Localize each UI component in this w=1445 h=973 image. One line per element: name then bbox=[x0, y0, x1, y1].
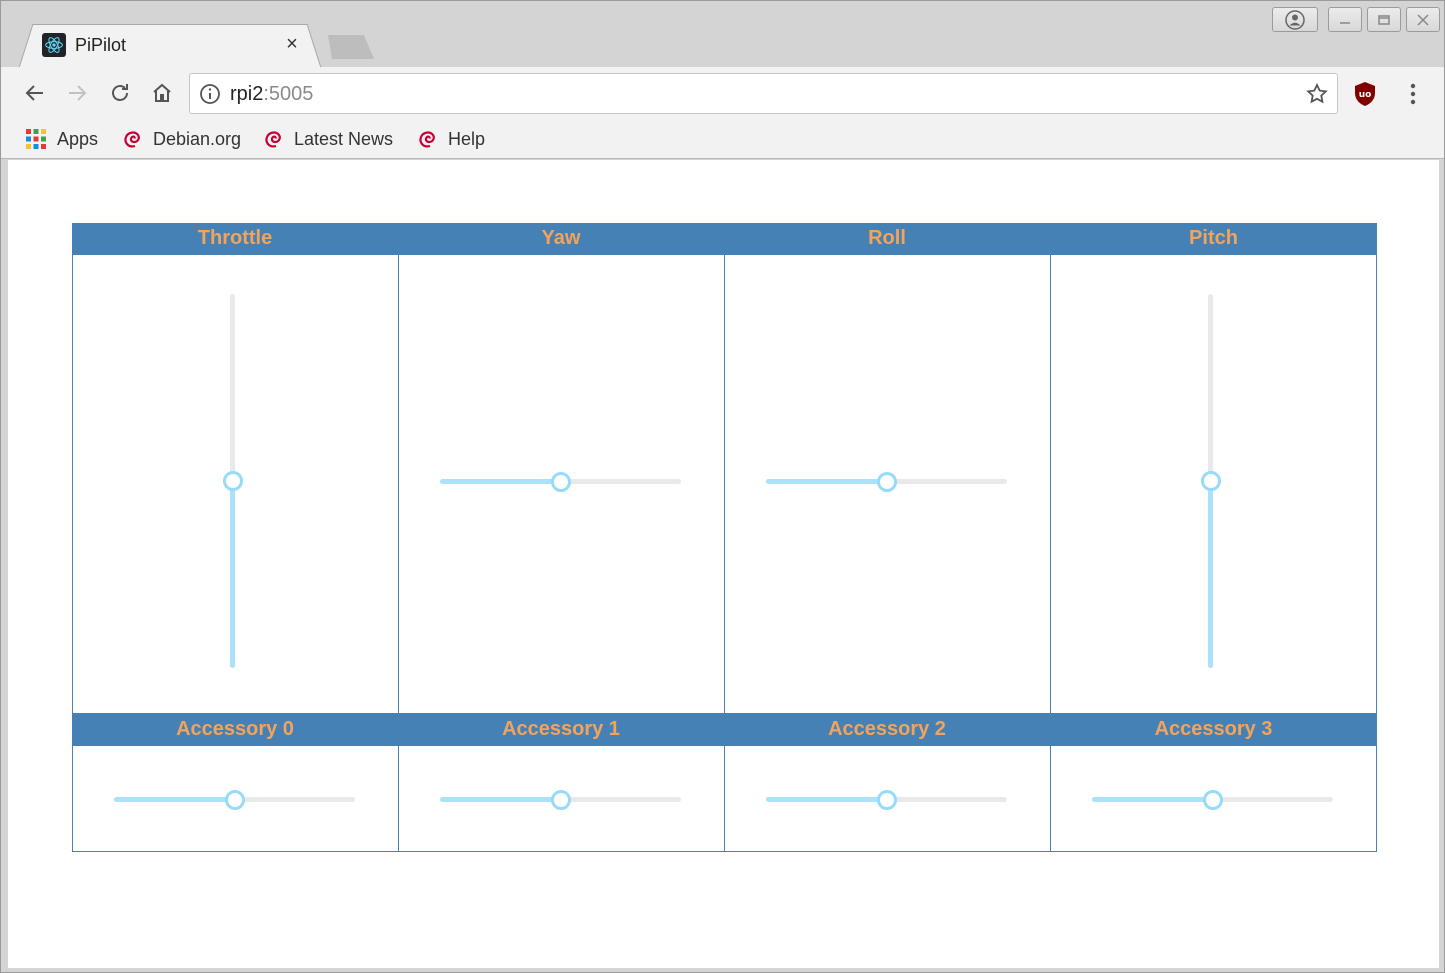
maximize-icon[interactable] bbox=[1367, 7, 1401, 32]
svg-text:uo: uo bbox=[1359, 90, 1372, 100]
pitch-cell bbox=[1050, 255, 1377, 714]
info-icon[interactable] bbox=[199, 83, 221, 105]
tab-close-icon[interactable]: × bbox=[282, 34, 302, 54]
back-arrow-icon[interactable] bbox=[19, 77, 51, 109]
debian-swirl-icon bbox=[419, 131, 435, 148]
debian-swirl-icon bbox=[124, 131, 140, 148]
bookmarks-bar: Apps Debian.org Latest News Help bbox=[1, 121, 1444, 159]
slider-track bbox=[1208, 481, 1213, 668]
bookmark-label: Apps bbox=[57, 128, 99, 149]
url-host: rpi2 bbox=[230, 83, 264, 105]
reload-icon[interactable] bbox=[104, 77, 136, 109]
home-icon[interactable] bbox=[146, 77, 178, 109]
url-text[interactable]: rpi2:5005 bbox=[230, 83, 313, 106]
accessory-3-cell bbox=[1050, 746, 1377, 852]
forward-arrow-icon[interactable] bbox=[61, 77, 93, 109]
primary-controls-header: Throttle Yaw Roll Pitch bbox=[72, 223, 1377, 255]
slider-handle[interactable] bbox=[550, 471, 571, 492]
slider-handle[interactable] bbox=[550, 789, 571, 810]
roll-cell bbox=[724, 255, 1050, 714]
throttle-cell bbox=[72, 255, 398, 714]
bookmark-apps[interactable]: Apps bbox=[25, 127, 98, 151]
bookmark-help[interactable]: Help bbox=[416, 127, 485, 151]
bookmark-debian-org[interactable]: Debian.org bbox=[121, 127, 241, 151]
accessory-2-label: Accessory 2 bbox=[828, 718, 946, 740]
slider-handle[interactable] bbox=[876, 789, 897, 810]
browser-window: PiPilot × rpi2:5005 uo Apps Debian.org L… bbox=[0, 0, 1445, 973]
roll-slider[interactable] bbox=[766, 471, 1007, 492]
ublock-origin-icon[interactable]: uo bbox=[1353, 81, 1377, 107]
accessory-1-cell bbox=[398, 746, 724, 852]
roll-label: Roll bbox=[868, 227, 906, 249]
primary-controls-row bbox=[72, 255, 1377, 714]
yaw-label: Yaw bbox=[541, 227, 581, 249]
star-icon[interactable] bbox=[1305, 82, 1329, 106]
throttle-slider[interactable] bbox=[222, 294, 243, 668]
slider-track bbox=[230, 481, 235, 668]
browser-toolbar: rpi2:5005 uo bbox=[1, 67, 1444, 121]
address-bar[interactable]: rpi2:5005 bbox=[189, 73, 1338, 114]
accessory-row bbox=[72, 746, 1377, 852]
url-port: :5005 bbox=[263, 83, 314, 105]
slider-track bbox=[440, 479, 561, 484]
slider-handle[interactable] bbox=[1202, 789, 1223, 810]
accessory-2-cell bbox=[724, 746, 1050, 852]
apps-grid-icon bbox=[26, 129, 46, 149]
accessory-0-slider[interactable] bbox=[114, 789, 355, 810]
new-tab-button[interactable] bbox=[328, 35, 374, 59]
slider-handle[interactable] bbox=[876, 471, 897, 492]
page-viewport: Throttle Yaw Roll Pitch Accessory 0 Acce… bbox=[8, 160, 1439, 968]
throttle-label: Throttle bbox=[197, 227, 273, 249]
accessory-1-label: Accessory 1 bbox=[502, 718, 620, 740]
control-grid: Throttle Yaw Roll Pitch Accessory 0 Acce… bbox=[72, 223, 1377, 852]
accessory-3-label: Accessory 3 bbox=[1154, 718, 1273, 740]
bookmark-label: Help bbox=[448, 128, 486, 149]
tab-strip: PiPilot × bbox=[1, 1, 1444, 68]
yaw-slider[interactable] bbox=[440, 471, 681, 492]
accessory-3-slider[interactable] bbox=[1092, 789, 1333, 810]
slider-handle[interactable] bbox=[224, 789, 245, 810]
tab-title: PiPilot bbox=[75, 35, 127, 55]
slider-track bbox=[766, 797, 887, 802]
slider-track bbox=[440, 797, 561, 802]
yaw-cell bbox=[398, 255, 724, 714]
slider-track bbox=[114, 797, 235, 802]
pitch-label: Pitch bbox=[1189, 227, 1238, 249]
pitch-slider[interactable] bbox=[1200, 294, 1221, 668]
debian-swirl-icon bbox=[265, 131, 281, 148]
accessory-0-cell bbox=[72, 746, 398, 852]
slider-track bbox=[1092, 797, 1213, 802]
kebab-menu-icon[interactable] bbox=[1401, 81, 1425, 107]
minimize-icon[interactable] bbox=[1328, 7, 1362, 32]
bookmark-label: Latest News bbox=[294, 128, 394, 149]
accessory-2-slider[interactable] bbox=[766, 789, 1007, 810]
slider-handle[interactable] bbox=[1200, 471, 1221, 491]
accessory-1-slider[interactable] bbox=[440, 789, 681, 810]
slider-handle[interactable] bbox=[222, 471, 243, 491]
bookmark-label: Debian.org bbox=[153, 128, 242, 149]
accessory-header: Accessory 0 Accessory 1 Accessory 2 Acce… bbox=[72, 714, 1377, 746]
bookmark-latest-news[interactable]: Latest News bbox=[262, 127, 393, 151]
slider-track bbox=[766, 479, 887, 484]
accessory-0-label: Accessory 0 bbox=[176, 718, 294, 740]
user-icon[interactable] bbox=[1272, 7, 1318, 32]
close-icon[interactable] bbox=[1406, 7, 1440, 32]
react-logo-icon bbox=[42, 33, 66, 57]
